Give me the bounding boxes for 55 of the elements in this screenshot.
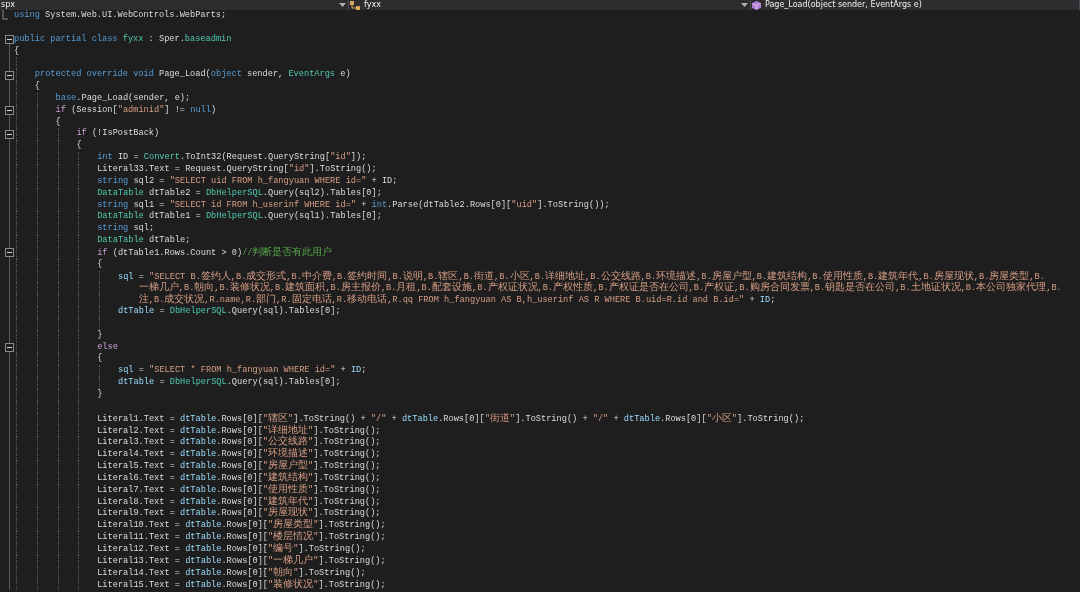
code-line: { <box>76 140 82 153</box>
code-line: DataTable dtTable2 = DbHelperSQL.Query(sql2).Tables[0]; <box>97 187 382 200</box>
code-line: int ID = Convert.ToInt32(Request.QueryString["id"]); <box>97 152 367 164</box>
code-line: string sql1 = "SELECT id FROM h_userinf WHERE id=" + int.Parse(dtTable2.Rows[0]["uid"].ToString()); <box>97 199 610 211</box>
code-line: 一梯几户,B.朝向,B.装修状况,B.建筑面积,B.房主报价,B.月租,B.配套设施,B.产权证状况,B.产权性质,B.产权证是否在公司,B.产权证,B.购房合同发票,B.钥匙是否在公司,B.土地证状况,B.本公司独家代理,B. <box>138 282 1062 294</box>
code-line: Literal6.Text = dtTable.Rows[0]["建筑结构"].ToString(); <box>97 471 381 484</box>
code-line: { <box>14 45 20 58</box>
code-line: Literal1.Text = dtTable.Rows[0]["辖区"].ToString() + "/" + dtTable.Rows[0]["街道"].ToString() + "/" + dtTable.Rows[0]["小区"].ToString(); <box>97 412 805 424</box>
code-line: else <box>97 341 118 353</box>
code-line: string sql; <box>97 223 155 235</box>
code-line: Literal33.Text = Request.QueryString["id"].ToString(); <box>97 163 377 176</box>
code-line: 注,B.成交状况,R.name,R.部门,R.固定电话,R.移动电话,R.qq FROM h_fangyuan AS B,h_userinf AS R WHERE B.uid=R.id and B.id=" + ID; <box>138 294 776 306</box>
code-line: base.Page_Load(sender, e); <box>55 92 191 105</box>
collapse-icon[interactable] <box>5 106 14 116</box>
class-dropdown[interactable]: fyxx <box>349 0 751 10</box>
collapse-icon[interactable] <box>5 248 14 258</box>
code-line: Literal5.Text = dtTable.Rows[0]["房屋户型"].ToString(); <box>97 460 381 472</box>
code-line: if (dtTable1.Rows.Count > 0)//判断是否有此用户 <box>97 246 333 259</box>
hierarchy-icon <box>350 0 360 10</box>
code-line: DataTable dtTable1 = DbHelperSQL.Query(sql1).Tables[0]; <box>97 211 382 223</box>
code-line: Literal4.Text = dtTable.Rows[0]["环境描述"].ToString(); <box>97 448 381 460</box>
code-line: Literal2.Text = dtTable.Rows[0]["详细地址"].ToString(); <box>97 424 381 436</box>
code-line: Literal7.Text = dtTable.Rows[0]["使用性质"].ToString(); <box>97 483 381 496</box>
collapse-icon[interactable] <box>5 70 14 80</box>
code-line: Literal13.Text = dtTable.Rows[0]["一梯几户"].ToString(); <box>97 554 386 566</box>
code-line: Literal9.Text = dtTable.Rows[0]["房屋现状"].ToString(); <box>97 507 381 519</box>
cube-icon <box>752 0 761 10</box>
collapse-icon[interactable] <box>5 35 14 45</box>
collapse-icon[interactable] <box>5 129 14 139</box>
code-line: Literal11.Text = dtTable.Rows[0]["楼层情况"].ToString(); <box>97 531 386 543</box>
code-line: Literal8.Text = dtTable.Rows[0]["建筑年代"].ToString(); <box>97 495 381 507</box>
code-line: { <box>97 258 103 271</box>
code-line: { <box>97 353 103 366</box>
code-line: { <box>55 116 61 129</box>
code-line: Literal10.Text = dtTable.Rows[0]["房屋类型"].ToString(); <box>97 519 386 531</box>
code-line: } <box>97 329 103 342</box>
code-line: public partial class fyxx : Sper.baseadmin <box>14 33 232 46</box>
code-line: Literal15.Text = dtTable.Rows[0]["装修状况"].ToString(); <box>97 578 386 591</box>
code-line: } <box>97 389 103 401</box>
code-line: { <box>34 81 40 93</box>
code-line: Literal3.Text = dtTable.Rows[0]["公交线路"].ToString(); <box>97 436 381 448</box>
code-line: sql = "SELECT * FROM h_fangyuan WHERE id=" + ID; <box>118 365 367 377</box>
code-line: Literal14.Text = dtTable.Rows[0]["朝向"].ToString(); <box>97 566 366 578</box>
code-line: string sql2 = "SELECT uid FROM h_fangyuan WHERE id=" + ID; <box>97 175 398 188</box>
code-line: if (Session["adminid"] != null) <box>55 104 217 117</box>
code-line: if (!IsPostBack) <box>76 128 160 140</box>
code-line: DataTable dtTable; <box>97 235 191 247</box>
code-line: dtTable = DbHelperSQL.Query(sql).Tables[0]; <box>118 306 341 318</box>
file-dropdown[interactable]: spx <box>0 0 349 10</box>
code-line: protected override void Page_Load(object sender, EventArgs e) <box>34 69 351 81</box>
code-line: Literal12.Text = dtTable.Rows[0]["编号"].ToString(); <box>97 542 366 554</box>
code-line: dtTable = DbHelperSQL.Query(sql).Tables[0]; <box>118 377 341 389</box>
code-line: using System.Web.UI.WebControls.WebParts; <box>14 10 227 22</box>
code-line: sql = "SELECT B.签约人,B.成交形式,B.中介费,B.签约时间,B.说明,B.辖区,B.街道,B.小区,B.详细地址,B.公交线路,B.环境描述,B.房屋户型,B.建筑结构,B.使用性质,B.建筑年代,B.房屋现状,B.房屋类型,B. <box>118 270 1045 282</box>
collapse-icon[interactable] <box>5 343 14 353</box>
